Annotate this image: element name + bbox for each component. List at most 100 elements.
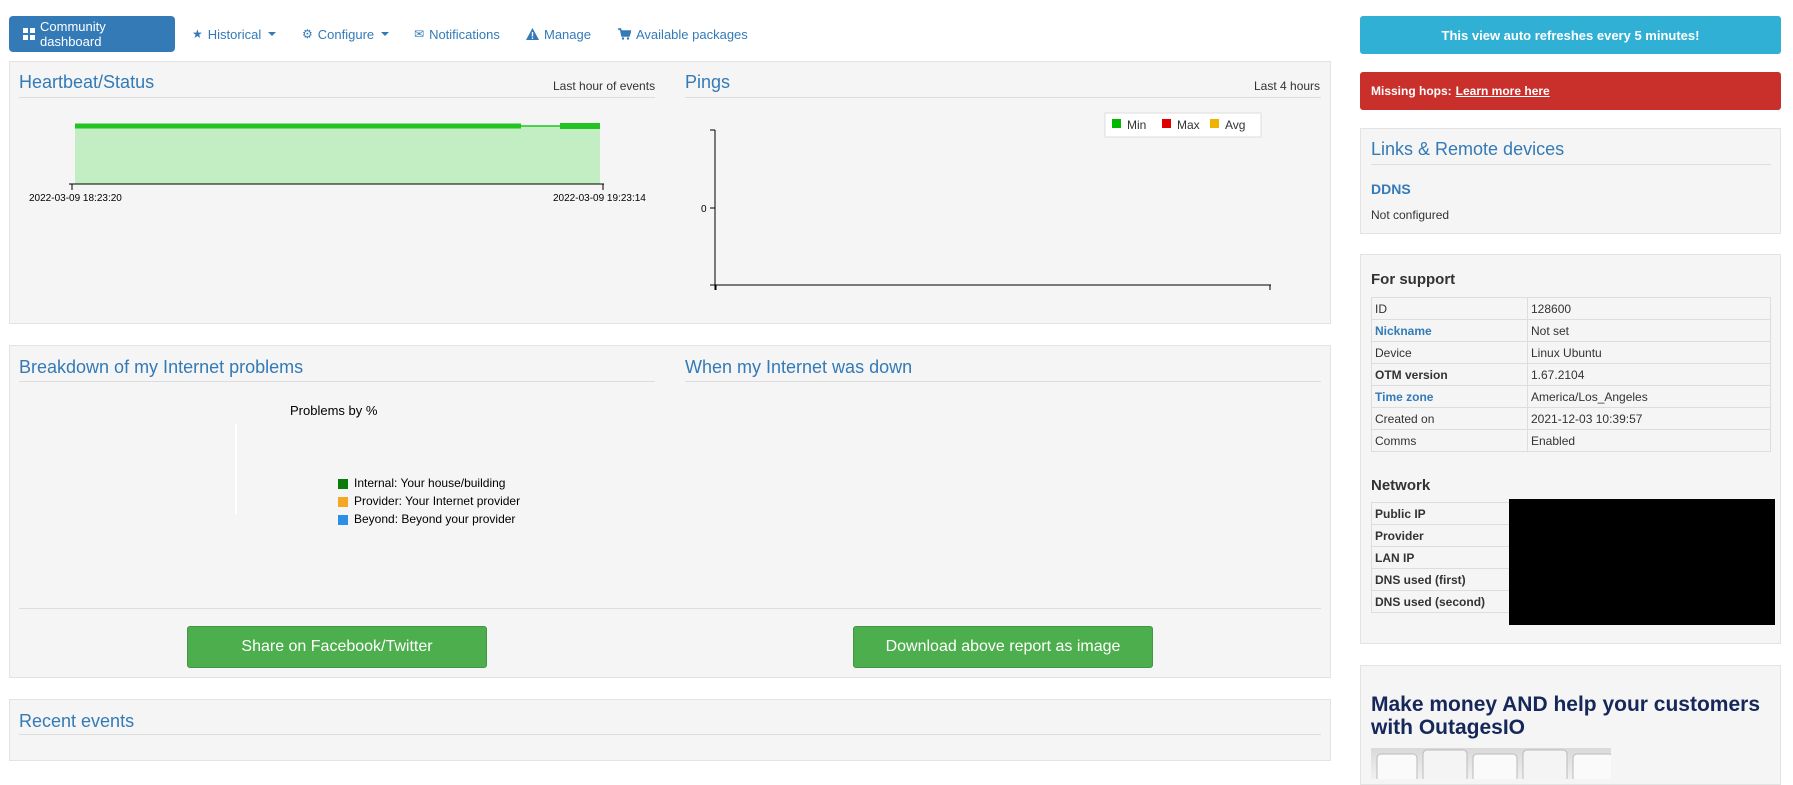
promo-title[interactable]: Make money AND help your customers with … — [1371, 693, 1771, 739]
warning-icon — [526, 28, 539, 40]
missing-hops-label: Missing hops: — [1371, 84, 1452, 98]
pie-chart-title: Problems by % — [290, 403, 378, 418]
support-table: ID 128600 Nickname Not set Device Linux Ubu… — [1371, 297, 1771, 452]
table-row: Device Linux Ubuntu — [1371, 341, 1771, 364]
heartbeat-chart: 2022-03-09 18:23:20 2022-03-09 19:23:14 — [29, 123, 646, 204]
caret-down-icon — [268, 32, 277, 36]
ddns-status: Not configured — [1371, 208, 1450, 222]
pie-chart-area — [235, 424, 237, 514]
divider — [685, 381, 1321, 382]
cart-icon — [618, 28, 631, 40]
legend-avg-label: Avg — [1225, 118, 1245, 132]
nav-label: Configure — [317, 26, 375, 42]
network-key: Provider — [1371, 524, 1511, 547]
table-row: LAN IP — [1371, 546, 1511, 569]
legend-beyond: Beyond: Beyond your provider — [338, 510, 520, 528]
share-button[interactable]: Share on Facebook/Twitter — [187, 626, 487, 668]
support-value: 128600 — [1527, 297, 1771, 320]
support-key: Device — [1371, 341, 1528, 364]
table-row: DNS used (first) — [1371, 568, 1511, 591]
pings-subtitle: Last 4 hours — [1254, 79, 1321, 93]
x-tick-label-end: 2022-03-09 19:23:14 — [553, 193, 646, 204]
keyboard-image — [1371, 748, 1611, 779]
pings-title: Pings — [685, 72, 731, 92]
heartbeat-subtitle: Last hour of events — [553, 79, 656, 93]
recent-events-panel — [9, 699, 1331, 761]
x-tick-label-start: 2022-03-09 18:23:20 — [29, 193, 122, 204]
legend-min-swatch — [1112, 119, 1121, 128]
nav-label: Historical — [207, 26, 262, 42]
nav-community-dashboard[interactable]: Community dashboard — [9, 16, 175, 52]
network-key: DNS used (first) — [1371, 568, 1511, 591]
pie-legend: Internal: Your house/building Provider: … — [338, 474, 520, 528]
nav-notifications[interactable]: ✉ Notifications — [400, 16, 514, 52]
network-key: LAN IP — [1371, 546, 1511, 569]
divider — [19, 734, 1321, 735]
table-row: Created on 2021-12-03 10:39:57 — [1371, 407, 1771, 430]
envelope-icon: ✉ — [414, 27, 425, 41]
legend-internal: Internal: Your house/building — [338, 474, 520, 492]
nav-configure[interactable]: ⚙ Configure — [288, 16, 403, 52]
support-title: For support — [1371, 271, 1456, 288]
gear-icon: ⚙ — [302, 27, 313, 41]
links-title: Links & Remote devices — [1371, 139, 1565, 159]
support-key: ID — [1371, 297, 1528, 320]
table-row: Provider — [1371, 524, 1511, 547]
support-value: 1.67.2104 — [1527, 363, 1771, 386]
heartbeat-title: Heartbeat/Status — [19, 72, 155, 92]
table-row: Public IP — [1371, 502, 1511, 525]
star-icon: ★ — [192, 27, 203, 41]
missing-hops-alert: Missing hops: Learn more here — [1360, 72, 1781, 110]
nav-label: Available packages — [636, 26, 748, 42]
network-key: Public IP — [1371, 502, 1511, 525]
table-row: Nickname Not set — [1371, 319, 1771, 342]
ddns-link[interactable]: DDNS — [1371, 181, 1411, 197]
legend-max-swatch — [1162, 119, 1171, 128]
y-tick-label-0: 0 — [701, 204, 707, 215]
divider — [1371, 164, 1771, 165]
nav-historical[interactable]: ★ Historical — [178, 16, 290, 52]
redacted-network-values — [1509, 499, 1775, 625]
legend-provider: Provider: Your Internet provider — [338, 492, 520, 510]
table-row: DNS used (second) — [1371, 590, 1511, 613]
caret-down-icon — [381, 32, 390, 36]
support-value: Enabled — [1527, 429, 1771, 452]
divider — [19, 608, 1321, 609]
network-title: Network — [1371, 477, 1431, 494]
divider — [685, 97, 1321, 98]
nav-label: Notifications — [429, 26, 500, 42]
legend-max-label: Max — [1177, 118, 1200, 132]
down-title: When my Internet was down — [685, 357, 913, 377]
time-zone-link[interactable]: Time zone — [1371, 385, 1528, 408]
network-table: Public IP Provider LAN IP DNS used (firs… — [1371, 502, 1511, 613]
table-row: OTM version 1.67.2104 — [1371, 363, 1771, 386]
learn-more-link[interactable]: Learn more here — [1456, 84, 1550, 98]
support-key: Comms — [1371, 429, 1528, 452]
support-key: Created on — [1371, 407, 1528, 430]
nav-label: Manage — [544, 26, 591, 42]
dashboard-grid-icon — [23, 28, 35, 40]
download-report-button[interactable]: Download above report as image — [853, 626, 1153, 668]
nav-available-packages[interactable]: Available packages — [604, 16, 762, 52]
support-value: 2021-12-03 10:39:57 — [1527, 407, 1771, 430]
support-value: Not set — [1527, 319, 1771, 342]
heartbeat-area — [75, 126, 600, 184]
nav-label: Community dashboard — [40, 19, 106, 49]
table-row: Comms Enabled — [1371, 429, 1771, 452]
nickname-link[interactable]: Nickname — [1371, 319, 1528, 342]
breakdown-title: Breakdown of my Internet problems — [19, 357, 304, 377]
support-value: Linux Ubuntu — [1527, 341, 1771, 364]
pings-chart: 0 Min Max Avg — [701, 112, 1271, 290]
divider — [19, 381, 655, 382]
support-key: OTM version — [1371, 363, 1528, 386]
support-value: America/Los_Angeles — [1527, 385, 1771, 408]
network-key: DNS used (second) — [1371, 590, 1511, 613]
nav-manage[interactable]: Manage — [512, 16, 605, 52]
auto-refresh-notice: This view auto refreshes every 5 minutes… — [1360, 16, 1781, 54]
table-row: ID 128600 — [1371, 297, 1771, 320]
legend-min-label: Min — [1127, 118, 1146, 132]
recent-events-title: Recent events — [19, 711, 135, 731]
divider — [19, 97, 655, 98]
legend-avg-swatch — [1210, 119, 1219, 128]
table-row: Time zone America/Los_Angeles — [1371, 385, 1771, 408]
